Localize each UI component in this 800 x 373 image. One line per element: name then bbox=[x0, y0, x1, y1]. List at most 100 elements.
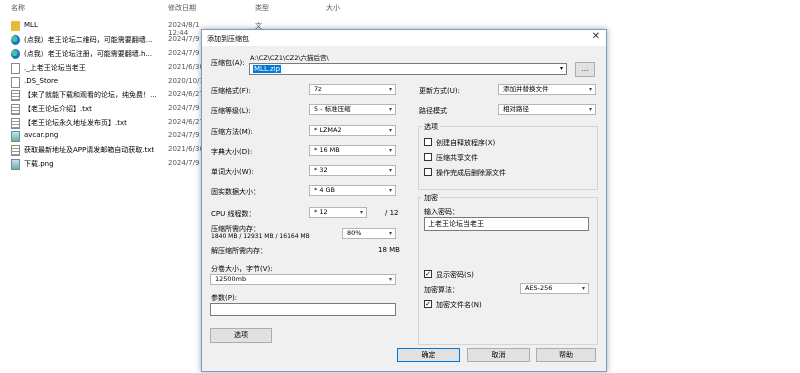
file-row[interactable]: 【来了就能下载和观看的论坛，纯免费！... 2024/6/27 bbox=[0, 88, 204, 102]
file-row[interactable]: 【老王论坛介绍】.txt 2024/7/9 bbox=[0, 102, 200, 116]
path-mode-select[interactable]: 相对路径 ▾ bbox=[498, 104, 596, 115]
file-date: 2024/6/27 bbox=[168, 118, 204, 126]
format-label: 压缩格式(F): bbox=[211, 87, 251, 95]
text-file-icon bbox=[11, 145, 20, 156]
chevron-down-icon: ▾ bbox=[388, 276, 392, 283]
split-value: 12500mb bbox=[215, 275, 247, 283]
file-row[interactable]: 下载.png 2024/7/9 bbox=[0, 157, 200, 171]
threads-select[interactable]: * 12 ▾ bbox=[309, 207, 367, 218]
chevron-down-icon: ▾ bbox=[388, 187, 392, 194]
word-label: 单词大小(W): bbox=[211, 168, 254, 176]
method-select[interactable]: * LZMA2 ▾ bbox=[309, 125, 396, 136]
file-name: MLL bbox=[24, 21, 38, 29]
file-date: 2024/7/9 bbox=[168, 131, 200, 139]
chevron-down-icon[interactable]: ▾ bbox=[560, 64, 563, 74]
archive-path: A:\CZ\CZ1\CZ2\六猫后宫\ bbox=[250, 54, 329, 62]
show-password-checkbox[interactable]: ✓ bbox=[424, 270, 432, 278]
column-header-name[interactable]: 名称 bbox=[11, 3, 25, 13]
image-file-icon bbox=[11, 159, 20, 170]
method-label: 压缩方法(M): bbox=[211, 128, 253, 136]
file-row[interactable]: (点我）老王论坛二维码，可能需要翻墙... 2024/7/9 bbox=[0, 33, 200, 47]
dict-label: 字典大小(D): bbox=[211, 148, 253, 156]
params-label: 参数(P): bbox=[211, 294, 238, 302]
chevron-down-icon: ▾ bbox=[388, 147, 392, 154]
options-group-title: 选项 bbox=[422, 122, 440, 132]
chevron-down-icon: ▾ bbox=[359, 209, 363, 216]
close-icon[interactable]: ✕ bbox=[592, 31, 600, 42]
file-date: 2020/10/1 bbox=[168, 77, 204, 85]
folder-icon bbox=[11, 21, 20, 31]
options-button[interactable]: 选项 bbox=[210, 328, 272, 343]
archive-name-combo[interactable]: MLL.zip ▾ bbox=[249, 63, 567, 75]
text-file-icon bbox=[11, 118, 20, 129]
cancel-button[interactable]: 取消 bbox=[467, 348, 530, 362]
path-mode-value: 相对路径 bbox=[503, 105, 529, 113]
file-row[interactable]: avcar.png 2024/7/9 bbox=[0, 129, 200, 143]
column-header-size[interactable]: 大小 bbox=[326, 3, 340, 13]
level-select[interactable]: 5 - 标准压缩 ▾ bbox=[309, 104, 396, 115]
file-date: 2024/7/9 bbox=[168, 159, 200, 167]
method-value: * LZMA2 bbox=[314, 126, 342, 134]
file-icon bbox=[11, 77, 20, 88]
column-header-date[interactable]: 修改日期 bbox=[168, 3, 196, 13]
update-mode-value: 添加并替换文件 bbox=[503, 85, 549, 93]
file-row[interactable]: .DS_Store 2020/10/1 bbox=[0, 75, 204, 89]
dialog-titlebar[interactable]: 添加到压缩包 ✕ bbox=[202, 30, 606, 46]
encrypt-names-checkbox[interactable]: ✓ bbox=[424, 300, 432, 308]
word-value: * 32 bbox=[314, 166, 328, 174]
delete-after-checkbox[interactable] bbox=[424, 168, 432, 176]
encryption-method-label: 加密算法： bbox=[424, 286, 459, 294]
sfx-label: 创建自释放程序(X) bbox=[436, 139, 496, 147]
solid-select[interactable]: * 4 GB ▾ bbox=[309, 185, 396, 196]
archive-name-value: MLL.zip bbox=[253, 65, 282, 73]
file-name: (点我）老王论坛二维码，可能需要翻墙... bbox=[24, 36, 153, 44]
image-file-icon bbox=[11, 131, 20, 142]
chevron-down-icon: ▾ bbox=[581, 285, 585, 292]
dict-select[interactable]: * 16 MB ▾ bbox=[309, 145, 396, 156]
memory-select[interactable]: 80% ▾ bbox=[342, 228, 396, 239]
dialog-title: 添加到压缩包 bbox=[207, 35, 249, 43]
password-input[interactable]: 上老王论坛当老王 bbox=[424, 217, 589, 231]
file-name: (点我）老王论坛注册，可能需要翻墙.h... bbox=[24, 50, 153, 58]
format-select[interactable]: 7z ▾ bbox=[309, 84, 396, 95]
memory-value: 80% bbox=[347, 229, 362, 237]
column-header-type[interactable]: 类型 bbox=[255, 3, 269, 13]
chevron-down-icon: ▾ bbox=[588, 106, 592, 113]
browse-button[interactable]: ... bbox=[575, 62, 595, 77]
file-row[interactable]: (点我）老王论坛注册，可能需要翻墙.h... 2024/7/9 bbox=[0, 47, 200, 61]
sfx-checkbox[interactable] bbox=[424, 138, 432, 146]
params-input[interactable] bbox=[210, 303, 396, 316]
encrypt-names-label: 加密文件名(N) bbox=[436, 301, 482, 309]
file-row[interactable]: ._上老王论坛当老王 2021/6/30 bbox=[0, 61, 204, 75]
file-row-mll[interactable]: MLL 2024/8/1 12:44 文件夹 bbox=[0, 19, 262, 50]
decomp-memory-value: 18 MB bbox=[378, 246, 400, 254]
file-name: 【来了就能下载和观看的论坛，纯免费！... bbox=[24, 91, 157, 99]
encryption-group-title: 加密 bbox=[422, 193, 440, 203]
dict-value: * 16 MB bbox=[314, 146, 340, 154]
help-button[interactable]: 帮助 bbox=[536, 348, 596, 362]
file-date: 2024/7/9 bbox=[168, 104, 200, 112]
chevron-down-icon: ▾ bbox=[388, 86, 392, 93]
text-file-icon bbox=[11, 90, 20, 101]
file-row[interactable]: 【老王论坛永久地址发布页】.txt 2024/6/27 bbox=[0, 116, 204, 130]
chevron-down-icon: ▾ bbox=[388, 167, 392, 174]
encryption-method-select[interactable]: AES-256 ▾ bbox=[520, 283, 589, 294]
delete-after-label: 操作完成后删除源文件 bbox=[436, 169, 506, 177]
format-value: 7z bbox=[314, 85, 322, 93]
level-label: 压缩等级(L): bbox=[211, 107, 251, 115]
threads-value: * 12 bbox=[314, 208, 328, 216]
file-name: 获取最新地址及APP请发邮箱自动获取.txt bbox=[24, 146, 155, 154]
level-value: 5 - 标准压缩 bbox=[314, 105, 351, 113]
file-date: 2024/7/9 bbox=[168, 49, 200, 57]
chevron-down-icon: ▾ bbox=[388, 127, 392, 134]
split-select[interactable]: 12500mb ▾ bbox=[210, 274, 396, 285]
shared-files-checkbox[interactable] bbox=[424, 153, 432, 161]
ok-button[interactable]: 确定 bbox=[397, 348, 460, 362]
file-name: 下载.png bbox=[24, 160, 54, 168]
file-row[interactable]: 获取最新地址及APP请发邮箱自动获取.txt 2021/6/30 bbox=[0, 143, 204, 157]
file-name: ._上老王论坛当老王 bbox=[24, 64, 86, 72]
update-mode-label: 更新方式(U): bbox=[419, 87, 460, 95]
update-mode-select[interactable]: 添加并替换文件 ▾ bbox=[498, 84, 596, 95]
solid-value: * 4 GB bbox=[314, 186, 336, 194]
word-select[interactable]: * 32 ▾ bbox=[309, 165, 396, 176]
